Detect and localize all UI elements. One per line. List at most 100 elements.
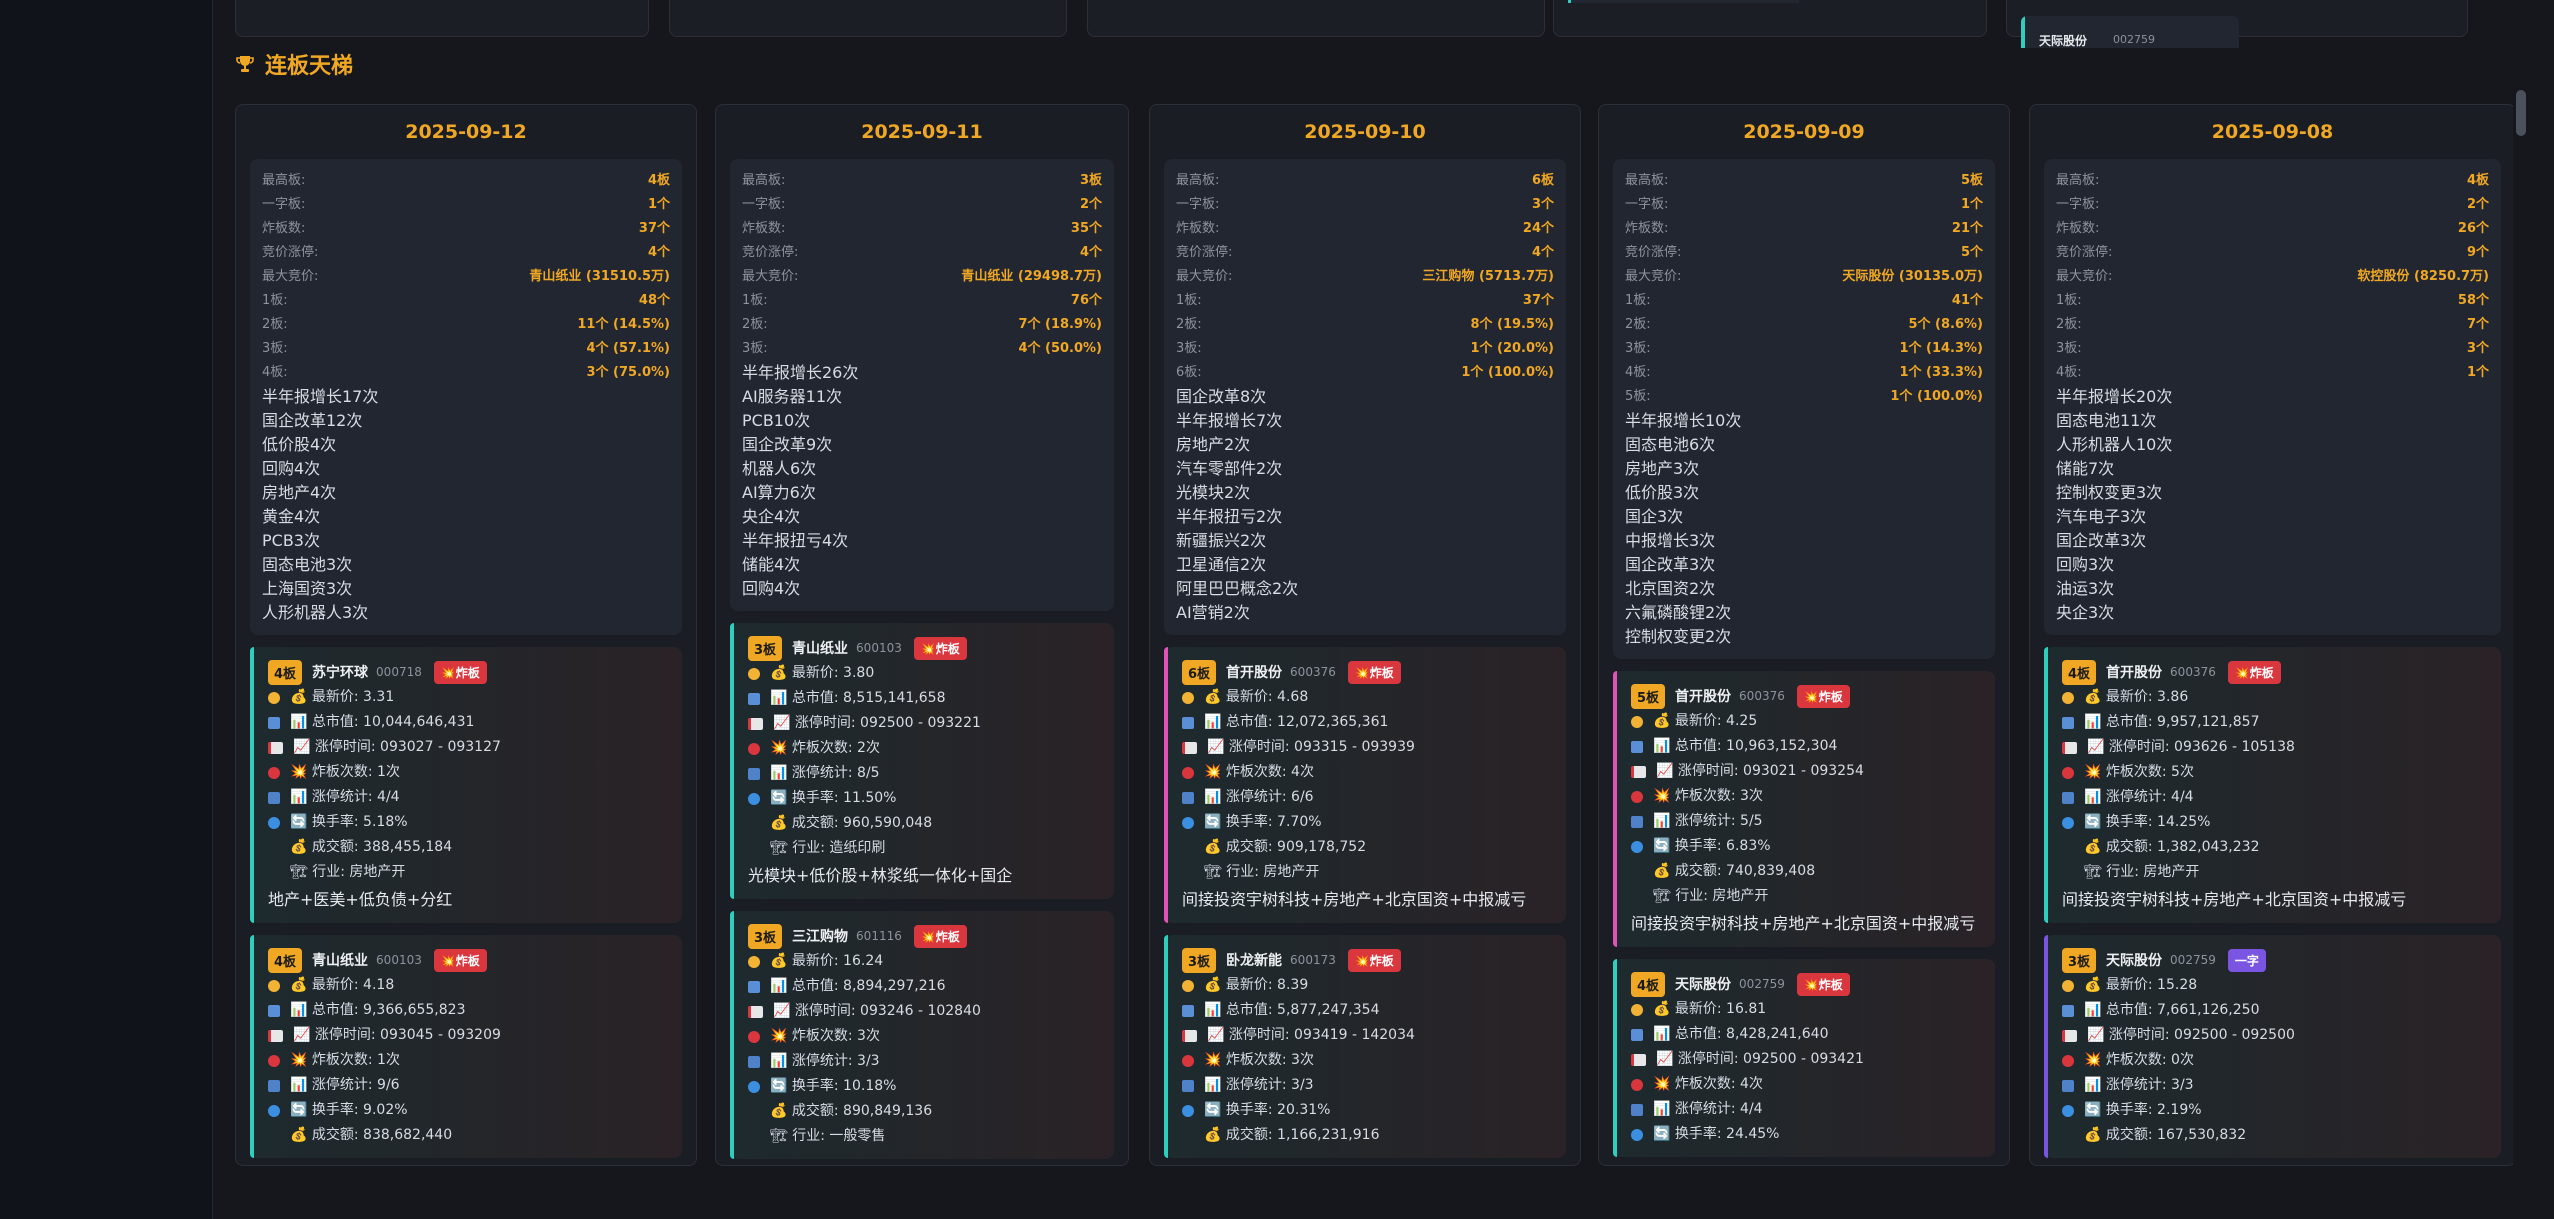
stat-value: 1个 (14.3%)	[1899, 341, 1983, 356]
stat-value: 11个 (14.5%)	[577, 317, 670, 332]
stat-row: 4板: 1个 (33.3%)	[1625, 361, 1983, 385]
factory-icon	[1631, 891, 1643, 903]
explosion-icon	[2062, 766, 2074, 779]
stat-row: 炸板数: 21个	[1625, 217, 1983, 241]
stat-value: 26个	[2457, 221, 2489, 236]
chart-up-icon	[2062, 741, 2077, 754]
detail-text: 💥 炸板次数: 3次	[1653, 788, 1763, 804]
concept-frequency: 固态电池11次	[2056, 411, 2157, 430]
stock-card[interactable]: 4板 苏宁环球 000718 💥炸板 💰 最新价: 3.31 📊 总市值: 10,044,…	[250, 647, 682, 923]
bar-chart-icon	[1182, 1079, 1194, 1092]
stock-header: 3板 三江购物 601116 💥炸板	[748, 923, 1100, 949]
explosion-icon	[268, 1054, 280, 1067]
concept-frequency: 中报增长3次	[1625, 531, 1716, 550]
stock-name[interactable]: 卧龙新能	[1226, 950, 1282, 970]
market-cap-icon	[2062, 1004, 2074, 1017]
stock-name[interactable]: 青山纸业	[792, 638, 848, 658]
stat-row: 一字板: 2个	[2056, 193, 2489, 217]
stock-name[interactable]: 天际股份	[2106, 950, 2162, 970]
status-tag: 💥炸板	[913, 636, 967, 660]
stock-name[interactable]: 天际股份	[1675, 974, 1731, 994]
stock-card[interactable]: 6板 首开股份 600376 💥炸板 💰 最新价: 4.68 📊 总市值: 12,072,…	[1164, 647, 1566, 923]
stock-card[interactable]: 3板 三江购物 601116 💥炸板 💰 最新价: 16.24 📊 总市值: 8,894,…	[730, 911, 1114, 1159]
board-count-badge: 6板	[1182, 659, 1217, 685]
detail-text: 🏗 行业: 房地产开	[2084, 864, 2200, 880]
stock-detail-boom: 💥 炸板次数: 4次	[1182, 760, 1552, 785]
stock-card[interactable]: 3板 青山纸业 600103 💥炸板 💰 最新价: 3.80 📊 总市值: 8,515,1…	[730, 623, 1114, 899]
concept-frequency: 国企改革3次	[1625, 555, 1716, 574]
stock-name[interactable]: 首开股份	[1675, 686, 1731, 706]
limit-up-reason: 间接投资宇树科技+房地产+北京国资+中报减亏	[1182, 890, 1527, 909]
detail-text: 💥 炸板次数: 3次	[1204, 1052, 1314, 1068]
market-cap-icon	[748, 980, 760, 993]
stock-name[interactable]: 首开股份	[1226, 662, 1282, 682]
status-tag: 💥炸板	[433, 948, 487, 972]
stock-name: 天际股份	[2039, 34, 2088, 48]
concept-frequency: 国企改革9次	[742, 435, 833, 454]
stat-row: 6板: 1个 (100.0%)	[1176, 361, 1554, 385]
market-cap-icon	[1631, 740, 1643, 753]
money-icon	[268, 1130, 280, 1142]
stock-name[interactable]: 首开股份	[2106, 662, 2162, 682]
detail-text: 💰 最新价: 8.39	[1204, 977, 1309, 993]
stock-card[interactable]: 4板 首开股份 600376 💥炸板 💰 最新价: 3.86 📊 总市值: 9,957,1…	[2044, 647, 2501, 923]
stat-row: 最大竞价: 天际股份 (30135.0万)	[1625, 265, 1983, 289]
stat-value: 9个	[2466, 245, 2489, 260]
stat-value: 三江购物 (5713.7万)	[1422, 269, 1554, 284]
top-stock-card[interactable]: 天际股份 002759	[2021, 16, 2239, 48]
stock-accent-bar	[2044, 935, 2048, 1158]
stat-row: 2板: 8个 (19.5%)	[1176, 313, 1554, 337]
stat-value: 1个 (100.0%)	[1890, 389, 1983, 404]
detail-text: 💥 炸板次数: 4次	[1653, 1076, 1763, 1092]
chart-up-icon	[1631, 1053, 1646, 1066]
detail-text: 📊 总市值: 9,366,655,823	[290, 1002, 466, 1018]
concept-frequency: 房地产2次	[1176, 435, 1251, 454]
detail-text: 📈 涨停时间: 092500 - 093221	[773, 715, 981, 731]
bar-chart-icon	[748, 1055, 760, 1068]
limit-up-reason: 光模块+低价股+林浆纸一体化+国企	[748, 866, 1013, 885]
market-cap-icon	[748, 692, 760, 705]
concept-frequency: 房地产3次	[1625, 459, 1700, 478]
stat-label: 竞价涨停:	[262, 245, 319, 260]
stock-name[interactable]: 苏宁环球	[312, 662, 368, 682]
board-count-badge: 5板	[1631, 683, 1666, 709]
column-date: 2025-09-10	[1304, 121, 1426, 143]
concept-frequency: 光模块2次	[1176, 483, 1251, 502]
stock-name[interactable]: 青山纸业	[312, 950, 368, 970]
price-icon	[1182, 691, 1194, 704]
stock-code: 002759	[2170, 953, 2216, 967]
stat-label: 1板:	[742, 293, 768, 308]
stock-card[interactable]: 4板 天际股份 002759 💥炸板 💰 最新价: 16.81 📊 总市值: 8,428,…	[1613, 959, 1995, 1157]
stock-code: 600376	[2170, 665, 2216, 679]
stat-label: 1板:	[2056, 293, 2082, 308]
bar-chart-icon	[748, 767, 760, 780]
stock-card[interactable]: 3板 卧龙新能 600173 💥炸板 💰 最新价: 8.39 📊 总市值: 5,877,2…	[1164, 935, 1566, 1158]
stock-detail-price: 💰 最新价: 3.31	[268, 685, 668, 710]
detail-text: 🔄 换手率: 24.45%	[1653, 1126, 1780, 1142]
detail-text: 🏗 行业: 房地产开	[1204, 864, 1320, 880]
price-icon	[1631, 715, 1643, 728]
stock-detail-boom: 💥 炸板次数: 3次	[1182, 1048, 1552, 1073]
concept-frequency: 汽车零部件2次	[1176, 459, 1283, 478]
stock-detail-cap: 📊 总市值: 7,661,126,250	[2062, 998, 2487, 1023]
scrollbar-thumb[interactable]	[2516, 90, 2526, 136]
detail-text: 📊 总市值: 8,894,297,216	[770, 978, 946, 994]
bar-chart-icon	[1182, 791, 1194, 804]
stat-row: 最高板: 4板	[262, 169, 670, 193]
detail-text: 💰 成交额: 838,682,440	[290, 1127, 453, 1143]
detail-text: 💰 最新价: 3.31	[290, 689, 395, 705]
detail-text: 💰 最新价: 3.86	[2084, 689, 2189, 705]
stock-code: 601116	[856, 929, 902, 943]
detail-text: 🔄 换手率: 20.31%	[1204, 1102, 1331, 1118]
stat-label: 炸板数:	[1176, 221, 1220, 236]
stat-row: 最大竞价: 青山纸业 (29498.7万)	[742, 265, 1102, 289]
stock-card[interactable]: 4板 青山纸业 600103 💥炸板 💰 最新价: 4.18 📊 总市值: 9,366,6…	[250, 935, 682, 1158]
top-card	[235, 0, 649, 37]
stock-card[interactable]: 5板 首开股份 600376 💥炸板 💰 最新价: 4.25 📊 总市值: 10,963,…	[1613, 671, 1995, 947]
money-icon	[748, 818, 760, 830]
stock-name[interactable]: 三江购物	[792, 926, 848, 946]
stock-detail-cap: 📊 总市值: 5,877,247,354	[1182, 998, 1552, 1023]
stat-row: 最高板: 6板	[1176, 169, 1554, 193]
stock-card[interactable]: 3板 天际股份 002759 一字 💰 最新价: 15.28 📊 总市值: 7,661,1…	[2044, 935, 2501, 1158]
concept-frequency: 央企3次	[2056, 603, 2115, 622]
